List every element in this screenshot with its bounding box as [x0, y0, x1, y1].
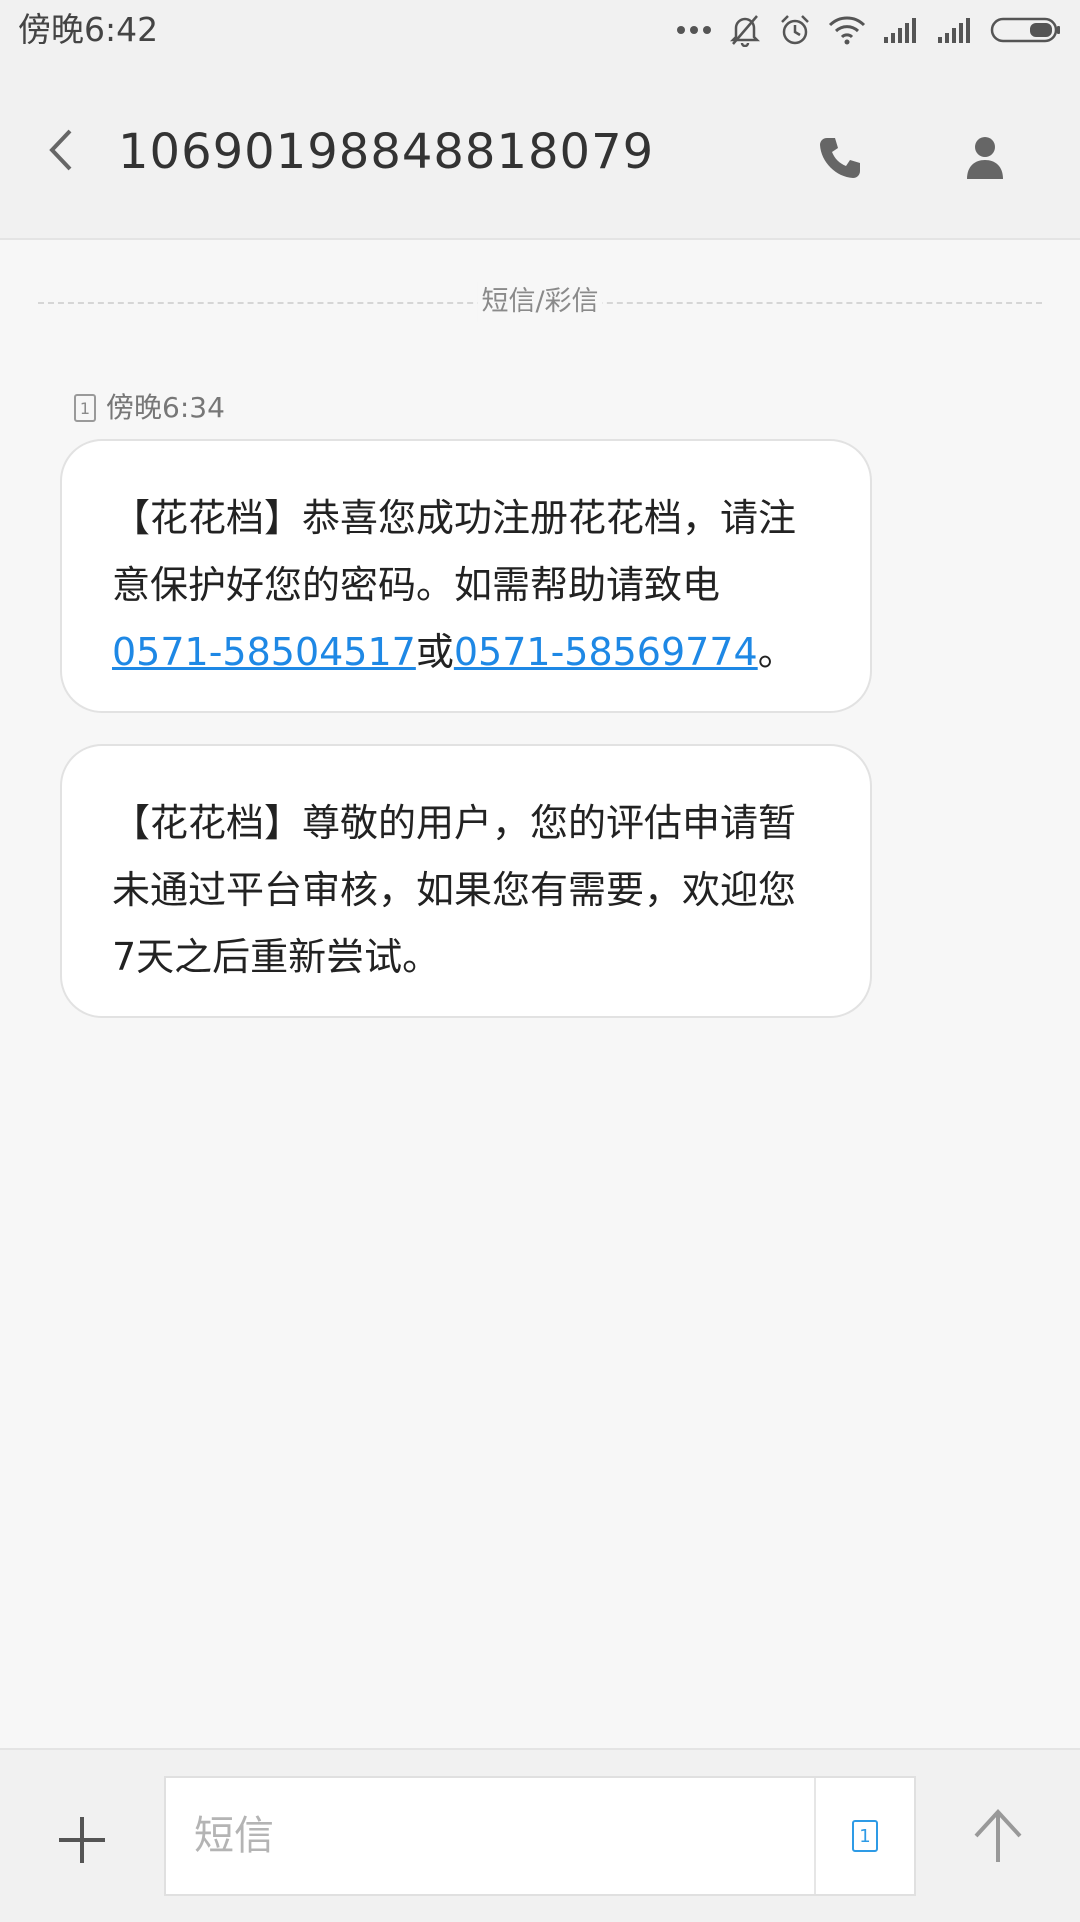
- signal-2-icon: [938, 18, 970, 43]
- message-meta: 1 傍晚6:34: [74, 388, 225, 428]
- sim-card-icon: 1: [852, 1820, 878, 1852]
- message-bubble[interactable]: 【花花档】恭喜您成功注册花花档，请注意保护好您的密码。如需帮助请致电 0571-5…: [60, 439, 872, 713]
- message-input[interactable]: [166, 1778, 814, 1894]
- call-button[interactable]: [810, 128, 870, 188]
- message-input-box: 1: [164, 1776, 916, 1896]
- back-arrow-icon: [49, 129, 72, 171]
- alarm-icon: [781, 15, 809, 45]
- contact-profile-button[interactable]: [955, 128, 1015, 188]
- status-icons: [676, 10, 1062, 50]
- signal-1-icon: [884, 18, 916, 43]
- divider-label: 短信/彩信: [477, 282, 603, 322]
- sim-select-button[interactable]: 1: [814, 1778, 914, 1894]
- message-time: 傍晚6:34: [106, 391, 225, 424]
- phone-icon: [820, 138, 860, 178]
- send-arrow-icon: [974, 1809, 1022, 1862]
- plus-icon: [59, 1817, 105, 1863]
- wifi-icon: [828, 16, 866, 45]
- bell-muted-icon: [729, 15, 761, 47]
- conversation-header: 10690198848818079: [0, 60, 1080, 240]
- message-bubble[interactable]: 【花花档】尊敬的用户，您的评估申请暂未通过平台审核，如果您有需要，欢迎您7天之后…: [60, 744, 872, 1018]
- back-button[interactable]: [36, 110, 86, 190]
- person-icon: [967, 137, 1003, 179]
- add-attachment-button[interactable]: [52, 1810, 112, 1870]
- message-text: 。: [757, 630, 796, 674]
- composer-bar: 1: [0, 1748, 1080, 1922]
- phone-link[interactable]: 0571-58504517: [112, 630, 416, 674]
- sim-card-icon: 1: [74, 394, 96, 422]
- message-text: 【花花档】恭喜您成功注册花花档，请注意保护好您的密码。如需帮助请致电: [112, 496, 797, 607]
- status-bar: 傍晚6:42: [0, 0, 1080, 60]
- contact-title: 10690198848818079: [118, 124, 655, 180]
- conversation-type-divider: 短信/彩信: [38, 282, 1042, 322]
- message-text: 或: [415, 630, 454, 674]
- message-text: 【花花档】尊敬的用户，您的评估申请暂未通过平台审核，如果您有需要，欢迎您7天之后…: [112, 801, 797, 979]
- status-time: 傍晚6:42: [18, 10, 159, 49]
- battery-icon: [990, 17, 1060, 43]
- phone-link[interactable]: 0571-58569774: [454, 630, 758, 674]
- send-button[interactable]: [968, 1804, 1028, 1868]
- more-dots-icon: [677, 26, 711, 34]
